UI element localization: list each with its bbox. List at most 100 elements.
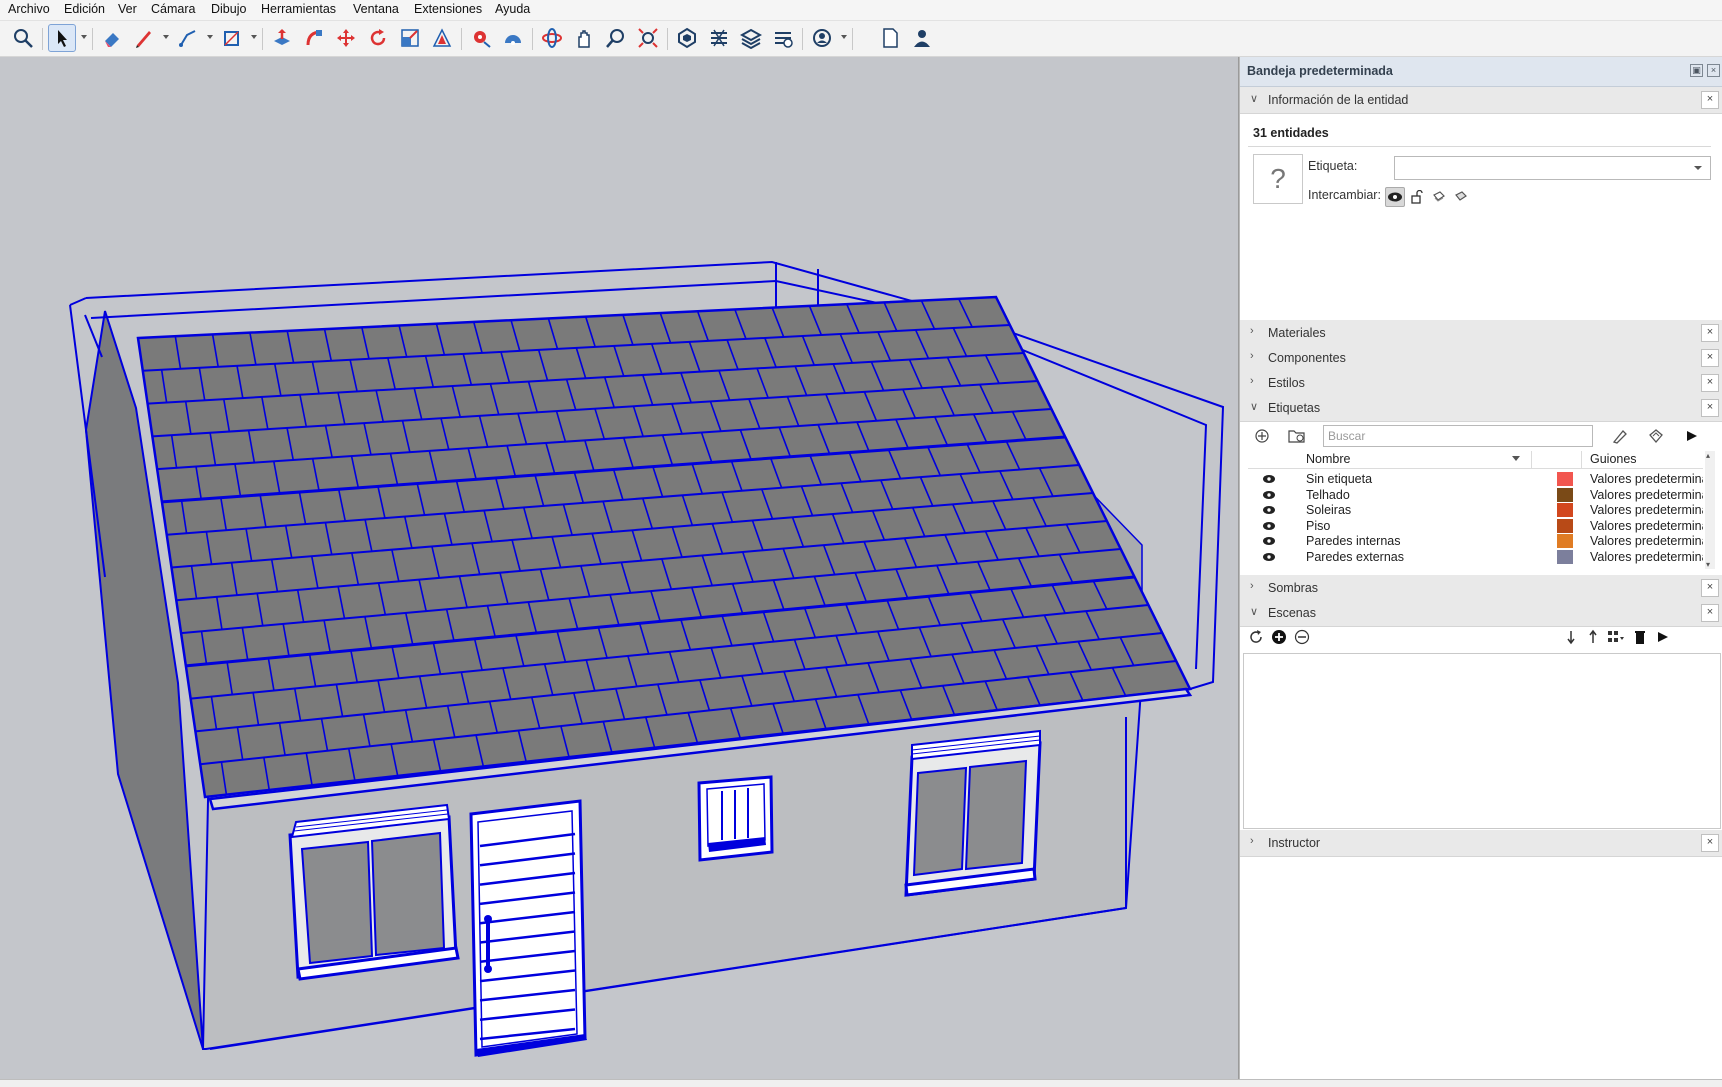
add-scene-icon[interactable]	[1269, 627, 1289, 647]
zoom-icon[interactable]	[602, 24, 630, 52]
tag-dashes[interactable]: Valores predeterminados	[1590, 488, 1703, 502]
tag-row[interactable]: Piso Valores predeterminados	[1248, 518, 1703, 534]
close-icon[interactable]: ×	[1701, 604, 1719, 622]
visibility-toggle[interactable]	[1385, 187, 1405, 207]
rectangle-icon[interactable]	[218, 24, 246, 52]
tag-tool-icon[interactable]	[1609, 425, 1631, 447]
menu-dibujo[interactable]: Dibujo	[211, 2, 246, 16]
push-pull-icon[interactable]	[268, 24, 296, 52]
layout-icon[interactable]	[737, 24, 765, 52]
scene-view-options-icon[interactable]	[1606, 627, 1626, 647]
tag-color-swatch[interactable]	[1557, 472, 1573, 486]
protractor-icon[interactable]	[499, 24, 527, 52]
details-arrow-icon[interactable]	[1681, 425, 1703, 447]
tag-color-swatch[interactable]	[1557, 518, 1573, 533]
menu-ver[interactable]: Ver	[118, 2, 137, 16]
section-etiquetas[interactable]: ∨ Etiquetas ×	[1240, 395, 1722, 422]
eraser-icon[interactable]	[98, 24, 126, 52]
color-by-tag-icon[interactable]	[1645, 425, 1667, 447]
menu-camara[interactable]: Cámara	[151, 2, 195, 16]
tag-dashes[interactable]: Valores predeterminados	[1590, 519, 1703, 533]
scale-icon[interactable]	[396, 24, 424, 52]
section-instructor[interactable]: › Instructor ×	[1240, 830, 1722, 857]
close-icon[interactable]: ×	[1701, 349, 1719, 367]
tag-dashes[interactable]: Valores predeterminados	[1590, 534, 1703, 548]
line-tool-icon[interactable]	[174, 24, 202, 52]
tag-row[interactable]: Paredes externas Valores predeterminados	[1248, 549, 1703, 565]
tag-color-swatch[interactable]	[1557, 487, 1573, 502]
search-icon[interactable]	[9, 24, 37, 52]
select-arrow-icon[interactable]	[48, 24, 76, 52]
move-scene-down-icon[interactable]	[1561, 627, 1581, 647]
close-icon[interactable]: ×	[1701, 579, 1719, 597]
extension-warehouse-icon[interactable]	[705, 24, 733, 52]
eye-icon[interactable]	[1262, 520, 1276, 532]
eye-icon[interactable]	[1262, 535, 1276, 547]
tape-measure-icon[interactable]	[467, 24, 495, 52]
tag-dashes[interactable]: Valores predeterminados	[1590, 472, 1703, 486]
new-file-icon[interactable]	[876, 24, 904, 52]
section-materiales[interactable]: › Materiales ×	[1240, 320, 1722, 347]
tag-row[interactable]: Soleiras Valores predeterminados	[1248, 502, 1703, 518]
orbit-icon[interactable]	[538, 24, 566, 52]
user-icon[interactable]	[908, 24, 936, 52]
cast-shadows-toggle[interactable]	[1451, 187, 1471, 207]
eye-icon[interactable]	[1262, 504, 1276, 516]
offset-icon[interactable]	[428, 24, 456, 52]
close-icon[interactable]: ×	[1701, 834, 1719, 852]
scene-delete-icon[interactable]	[1630, 627, 1650, 647]
eye-icon[interactable]	[1262, 473, 1276, 485]
section-componentes[interactable]: › Componentes ×	[1240, 345, 1722, 372]
move-scene-up-icon[interactable]	[1583, 627, 1603, 647]
menu-edicion[interactable]: Edición	[64, 2, 105, 16]
menu-herramientas[interactable]: Herramientas	[261, 2, 336, 16]
tag-row[interactable]: Sin etiqueta Valores predeterminados	[1248, 471, 1703, 487]
rotate-icon[interactable]	[364, 24, 392, 52]
tag-row[interactable]: Telhado Valores predeterminados	[1248, 487, 1703, 503]
close-tray-icon[interactable]: ×	[1707, 64, 1720, 77]
menu-extensiones[interactable]: Extensiones	[414, 2, 482, 16]
section-entity-info[interactable]: ∨ Información de la entidad ×	[1240, 87, 1722, 114]
zoom-extents-icon[interactable]	[634, 24, 662, 52]
tag-color-swatch[interactable]	[1557, 549, 1573, 564]
lock-toggle[interactable]	[1407, 187, 1427, 207]
column-dashes[interactable]: Guiones	[1590, 452, 1637, 466]
menu-ayuda[interactable]: Ayuda	[495, 2, 530, 16]
close-icon[interactable]: ×	[1701, 399, 1719, 417]
tag-dashes[interactable]: Valores predeterminados	[1590, 550, 1703, 564]
tag-color-swatch[interactable]	[1557, 534, 1573, 548]
pan-icon[interactable]	[570, 24, 598, 52]
remove-scene-icon[interactable]	[1292, 627, 1312, 647]
tag-dashes[interactable]: Valores predeterminados	[1590, 503, 1703, 517]
chevron-down-icon[interactable]	[1512, 456, 1520, 461]
menu-ventana[interactable]: Ventana	[353, 2, 399, 16]
section-sombras[interactable]: › Sombras ×	[1240, 575, 1722, 602]
receive-shadows-toggle[interactable]	[1429, 187, 1449, 207]
tag-color-swatch[interactable]	[1557, 503, 1573, 517]
3d-warehouse-icon[interactable]	[673, 24, 701, 52]
menu-archivo[interactable]: Archivo	[8, 2, 50, 16]
scene-details-arrow-icon[interactable]	[1653, 627, 1673, 647]
pencil-icon[interactable]	[130, 24, 158, 52]
pin-icon[interactable]: ▣	[1690, 64, 1703, 77]
follow-me-icon[interactable]	[300, 24, 328, 52]
section-estilos[interactable]: › Estilos ×	[1240, 370, 1722, 397]
add-tag-icon[interactable]	[1251, 425, 1273, 447]
scenes-list[interactable]	[1243, 653, 1721, 829]
section-escenas[interactable]: ∨ Escenas ×	[1240, 600, 1722, 627]
tag-row[interactable]: Paredes internas Valores predeterminados	[1248, 533, 1703, 549]
dimension-icon[interactable]	[769, 24, 797, 52]
tags-scrollbar[interactable]: ▴ ▾	[1705, 451, 1715, 569]
profile-icon[interactable]	[808, 24, 836, 52]
house-model[interactable]	[0, 57, 1238, 1079]
model-viewport[interactable]	[0, 57, 1239, 1079]
close-icon[interactable]: ×	[1701, 324, 1719, 342]
add-tag-folder-icon[interactable]	[1286, 425, 1308, 447]
tag-select[interactable]	[1394, 156, 1711, 180]
close-icon[interactable]: ×	[1701, 374, 1719, 392]
move-icon[interactable]	[332, 24, 360, 52]
update-scene-icon[interactable]	[1246, 627, 1266, 647]
eye-icon[interactable]	[1262, 551, 1276, 563]
tag-search-input[interactable]	[1324, 426, 1592, 446]
eye-icon[interactable]	[1262, 489, 1276, 501]
